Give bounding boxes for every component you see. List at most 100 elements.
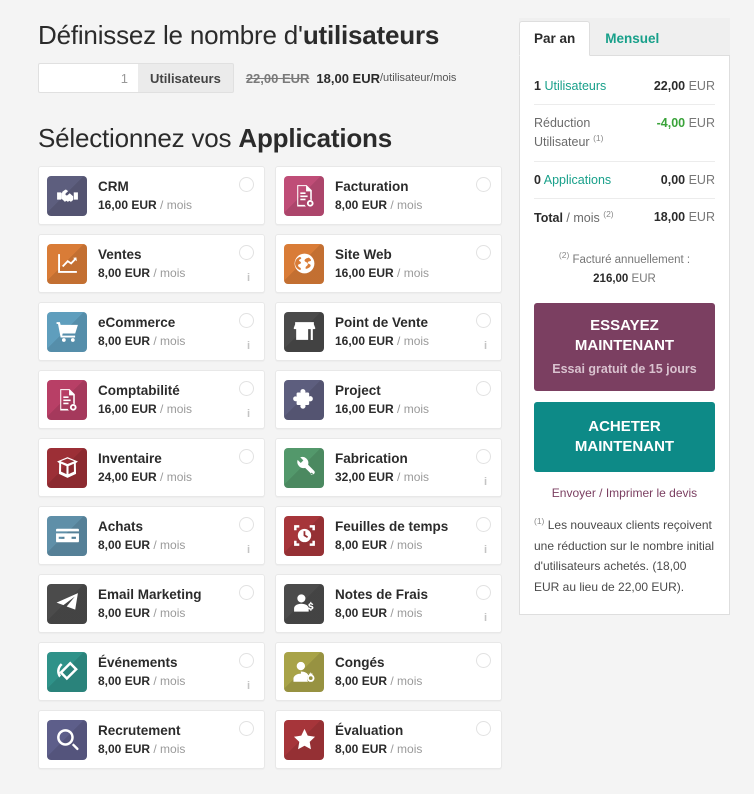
app-card[interactable]: Achats 8,00 EUR / mois i bbox=[38, 506, 265, 565]
app-card[interactable]: Facturation 8,00 EUR / mois bbox=[275, 166, 502, 225]
info-icon[interactable]: i bbox=[484, 341, 487, 352]
magnifier-icon bbox=[47, 719, 87, 760]
app-select-radio[interactable] bbox=[239, 653, 254, 668]
users-price-new: 18,00 EUR bbox=[316, 70, 380, 86]
app-price-row: 8,00 EUR / mois bbox=[335, 742, 493, 756]
app-price-row: 8,00 EUR / mois bbox=[335, 538, 493, 552]
app-select-radio[interactable] bbox=[239, 177, 254, 192]
app-price: 8,00 EUR bbox=[98, 605, 151, 620]
app-card[interactable]: CRM 16,00 EUR / mois bbox=[38, 166, 265, 225]
apps-title-bold: Applications bbox=[238, 123, 393, 153]
app-price-row: 8,00 EUR / mois bbox=[335, 674, 493, 688]
user-gear-icon bbox=[284, 651, 324, 692]
apps-section-title: Sélectionnez vos Applications bbox=[38, 123, 502, 154]
info-icon[interactable]: i bbox=[247, 545, 250, 556]
app-name: Événements bbox=[98, 655, 178, 671]
ticket-icon bbox=[47, 651, 87, 692]
try-now-button[interactable]: ESSAYEZ MAINTENANT Essai gratuit de 15 j… bbox=[534, 302, 715, 392]
app-card[interactable]: Évaluation 8,00 EUR / mois bbox=[275, 710, 502, 769]
app-select-radio[interactable] bbox=[476, 585, 491, 600]
app-price-row: 8,00 EUR / mois bbox=[98, 266, 256, 280]
app-name: Comptabilité bbox=[98, 383, 180, 399]
app-price-row: 8,00 EUR / mois bbox=[98, 538, 256, 552]
info-icon[interactable]: i bbox=[247, 273, 250, 284]
app-price-row: 8,00 EUR / mois bbox=[335, 606, 493, 620]
app-select-radio[interactable] bbox=[476, 381, 491, 396]
buy-button-line2: MAINTENANT bbox=[574, 438, 675, 456]
app-card[interactable]: Point de Vente 16,00 EUR / mois i bbox=[275, 302, 502, 361]
app-select-radio[interactable] bbox=[239, 313, 254, 328]
users-input-row: Utilisateurs 22,00 EUR 18,00 EUR /utilis… bbox=[38, 63, 502, 93]
app-name: Facturation bbox=[335, 179, 409, 195]
app-select-radio[interactable] bbox=[239, 381, 254, 396]
app-price-row: 8,00 EUR / mois bbox=[98, 674, 256, 688]
discount-footnote: (1) Les nouveaux clients reçoivent une r… bbox=[534, 514, 715, 598]
app-card[interactable]: Recrutement 8,00 EUR / mois bbox=[38, 710, 265, 769]
app-card[interactable]: Événements 8,00 EUR / mois i bbox=[38, 642, 265, 701]
summary-row-currency: EUR bbox=[688, 209, 715, 224]
info-icon[interactable]: i bbox=[247, 409, 250, 420]
users-count-input[interactable] bbox=[38, 63, 138, 93]
summary-row-amount-group: 18,00 EUR bbox=[653, 208, 715, 226]
app-price-period: / mois bbox=[153, 265, 186, 280]
app-price: 16,00 EUR bbox=[98, 197, 157, 212]
info-icon[interactable]: i bbox=[484, 545, 487, 556]
app-name: Email Marketing bbox=[98, 587, 202, 603]
app-card-text: Événements 8,00 EUR / mois bbox=[98, 655, 256, 688]
app-card[interactable]: Congés 8,00 EUR / mois bbox=[275, 642, 502, 701]
app-card[interactable]: Site Web 16,00 EUR / mois bbox=[275, 234, 502, 293]
app-card[interactable]: Feuilles de temps 8,00 EUR / mois i bbox=[275, 506, 502, 565]
app-price: 8,00 EUR bbox=[98, 741, 151, 756]
app-price-period: / mois bbox=[153, 605, 186, 620]
app-select-radio[interactable] bbox=[476, 449, 491, 464]
info-icon[interactable]: i bbox=[247, 681, 250, 692]
app-card[interactable]: Notes de Frais 8,00 EUR / mois i bbox=[275, 574, 502, 633]
app-select-radio[interactable] bbox=[476, 517, 491, 532]
app-name: Site Web bbox=[335, 247, 392, 263]
send-print-quote-link[interactable]: Envoyer / Imprimer le devis bbox=[534, 486, 715, 500]
app-card-text: Email Marketing 8,00 EUR / mois bbox=[98, 587, 256, 620]
info-icon[interactable]: i bbox=[484, 477, 487, 488]
summary-row-count: 1 bbox=[534, 79, 541, 93]
app-card-text: Congés 8,00 EUR / mois bbox=[335, 655, 493, 688]
tab-par-an[interactable]: Par an bbox=[519, 20, 591, 56]
app-card[interactable]: Inventaire 24,00 EUR / mois bbox=[38, 438, 265, 497]
app-select-radio[interactable] bbox=[476, 245, 491, 260]
billing-period-tabs: Par an Mensuel bbox=[519, 18, 730, 56]
users-title-bold: utilisateurs bbox=[302, 20, 440, 50]
app-card[interactable]: Fabrication 32,00 EUR / mois i bbox=[275, 438, 502, 497]
app-select-radio[interactable] bbox=[476, 721, 491, 736]
app-name: Achats bbox=[98, 519, 144, 535]
app-card[interactable]: Comptabilité 16,00 EUR / mois i bbox=[38, 370, 265, 429]
app-select-radio[interactable] bbox=[476, 313, 491, 328]
app-select-radio[interactable] bbox=[239, 517, 254, 532]
app-price-period: / mois bbox=[153, 673, 186, 688]
app-card[interactable]: Ventes 8,00 EUR / mois i bbox=[38, 234, 265, 293]
app-card-text: Site Web 16,00 EUR / mois bbox=[335, 247, 493, 280]
info-icon[interactable]: i bbox=[484, 613, 487, 624]
summary-row-footnote-marker: (1) bbox=[593, 133, 604, 144]
app-card-text: Évaluation 8,00 EUR / mois bbox=[335, 723, 493, 756]
app-price-row: 16,00 EUR / mois bbox=[335, 266, 493, 280]
app-select-radio[interactable] bbox=[239, 585, 254, 600]
app-card[interactable]: Email Marketing 8,00 EUR / mois bbox=[38, 574, 265, 633]
app-card[interactable]: eCommerce 8,00 EUR / mois i bbox=[38, 302, 265, 361]
app-card-text: Recrutement 8,00 EUR / mois bbox=[98, 723, 256, 756]
summary-row: 0 Applications 0,00 EUR bbox=[534, 162, 715, 199]
summary-body: 1 Utilisateurs 22,00 EUR Réduction Utilisa… bbox=[519, 56, 730, 615]
app-select-radio[interactable] bbox=[239, 721, 254, 736]
app-select-radio[interactable] bbox=[239, 449, 254, 464]
app-price: 8,00 EUR bbox=[335, 605, 388, 620]
app-price-row: 16,00 EUR / mois bbox=[335, 402, 493, 416]
annual-note-currency: EUR bbox=[631, 272, 656, 285]
tab-mensuel[interactable]: Mensuel bbox=[590, 21, 674, 56]
buy-now-button[interactable]: ACHETER MAINTENANT bbox=[534, 402, 715, 473]
app-select-radio[interactable] bbox=[476, 177, 491, 192]
summary-row-amount: 0,00 bbox=[660, 172, 686, 187]
app-name: Feuilles de temps bbox=[335, 519, 449, 535]
app-card[interactable]: Project 16,00 EUR / mois bbox=[275, 370, 502, 429]
info-icon[interactable]: i bbox=[247, 341, 250, 352]
credit-card-icon bbox=[47, 515, 87, 556]
app-select-radio[interactable] bbox=[239, 245, 254, 260]
app-select-radio[interactable] bbox=[476, 653, 491, 668]
